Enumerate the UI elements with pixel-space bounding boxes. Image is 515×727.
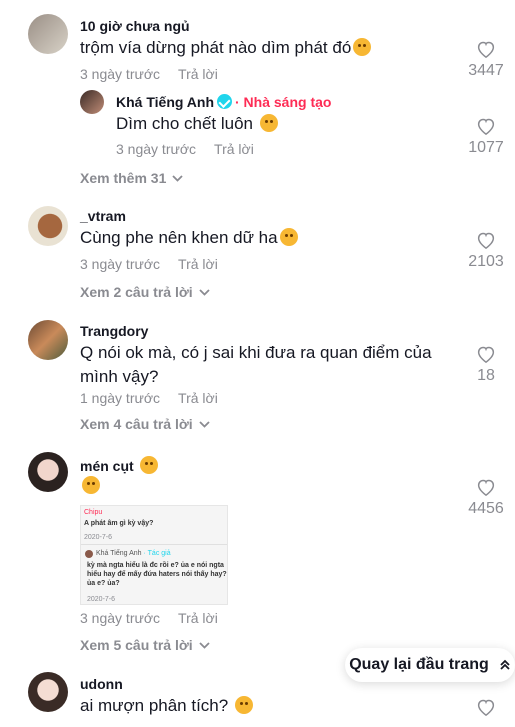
comment-text: Cùng phe nên khen dữ ha <box>80 226 298 250</box>
smiling-face-with-hearts-icon <box>353 38 372 56</box>
screenshot-top-text: A phát âm gì kỳ vậy? <box>84 520 154 527</box>
chevron-down-icon <box>199 420 210 428</box>
like-button[interactable]: 2103 <box>463 231 509 271</box>
screenshot-reply-text: kỳ mà ngta hiểu là đc rồi e? ủa e nói ng… <box>87 562 227 587</box>
screenshot-top-user: Chipu <box>84 509 103 516</box>
view-more-replies[interactable]: Xem 2 câu trả lời <box>80 284 210 300</box>
comment-username[interactable]: _vtram <box>80 208 126 224</box>
view-more-label: Xem 2 câu trả lời <box>80 284 193 300</box>
screenshot-reply-user: Khá Tiếng Anh · Tác giả <box>96 550 171 557</box>
comment-meta: 3 ngày trước Trả lời <box>80 256 218 272</box>
comment-time: 3 ngày trước <box>80 256 161 272</box>
comment-time: 1 ngày trước <box>80 390 161 406</box>
like-count: 2103 <box>468 253 504 270</box>
reply-button[interactable]: Trả lời <box>214 141 254 157</box>
like-count: 4456 <box>468 500 504 517</box>
heart-icon <box>477 346 495 363</box>
avatar[interactable] <box>28 672 68 712</box>
comment-text: Q nói ok mà, có j sai khi đưa ra quan đi… <box>80 343 432 386</box>
view-more-replies[interactable]: Xem 5 câu trả lời <box>80 637 210 653</box>
screenshot-top-time: 2020-7-6 <box>84 534 113 541</box>
reply-button[interactable]: Trả lời <box>178 66 218 82</box>
avatar[interactable] <box>28 320 68 360</box>
avatar[interactable] <box>28 206 68 246</box>
comment-username[interactable]: mén cụt <box>80 456 158 474</box>
view-more-replies[interactable]: Xem thêm 31 <box>80 170 184 186</box>
avatar[interactable] <box>28 452 68 492</box>
comment-username[interactable]: udonn <box>80 676 123 692</box>
chevron-down-icon <box>172 174 184 182</box>
like-button[interactable] <box>463 698 509 716</box>
reply-username[interactable]: Khá Tiếng Anh · Nhà sáng tạo <box>116 94 331 110</box>
double-chevron-up-icon <box>500 659 510 670</box>
comment-time: 3 ngày trước <box>80 610 161 626</box>
reply-button[interactable]: Trả lời <box>178 610 218 626</box>
heart-icon <box>477 118 495 135</box>
avatar[interactable] <box>28 14 68 54</box>
comment-meta: 3 ngày trước Trả lời <box>80 66 218 82</box>
reply-text: Dìm cho chết luôn <box>116 112 278 136</box>
divider <box>81 544 227 545</box>
screenshot-reply-time: 2020-7-6 <box>87 596 116 603</box>
smiling-face-icon <box>82 476 100 494</box>
like-count: 3447 <box>468 62 504 79</box>
reply-time: 3 ngày trước <box>116 141 197 157</box>
like-button[interactable]: 4456 <box>463 478 509 518</box>
heart-icon <box>477 479 495 496</box>
chevron-down-icon <box>199 641 210 649</box>
comment-username[interactable]: 10 giờ chưa ngủ <box>80 18 190 34</box>
comment-image[interactable]: Chipu A phát âm gì kỳ vậy? 2020-7-6 Khá … <box>80 505 228 605</box>
comment-text <box>80 474 100 498</box>
back-to-top-label: Quay lại đầu trang <box>349 656 489 673</box>
avatar <box>85 550 93 558</box>
like-button[interactable]: 1077 <box>463 117 509 157</box>
view-more-label: Xem thêm 31 <box>80 170 167 186</box>
reply-meta: 3 ngày trước Trả lời <box>116 141 254 157</box>
smiling-face-icon <box>234 696 253 714</box>
avatar[interactable] <box>80 90 104 114</box>
view-more-label: Xem 4 câu trả lời <box>80 416 193 432</box>
reply-button[interactable]: Trả lời <box>178 256 218 272</box>
tongue-emoji-icon <box>279 228 298 246</box>
like-count: 1077 <box>468 139 504 156</box>
back-to-top-button[interactable]: Quay lại đầu trang <box>345 648 515 682</box>
smiling-face-with-hearts-icon <box>259 114 278 132</box>
comment-meta: 1 ngày trước Trả lời <box>80 390 218 406</box>
cat-face-icon <box>139 456 158 474</box>
heart-icon <box>477 699 495 716</box>
verified-icon <box>217 94 232 109</box>
view-more-label: Xem 5 câu trả lời <box>80 637 193 653</box>
comment-text: trộm vía dừng phát nào dìm phát đó <box>80 36 372 60</box>
like-button[interactable]: 3447 <box>463 40 509 80</box>
comment-text: ai mượn phân tích? <box>80 694 253 718</box>
heart-icon <box>477 41 495 58</box>
comment-time: 3 ngày trước <box>80 66 161 82</box>
heart-icon <box>477 232 495 249</box>
comment-meta: 3 ngày trước Trả lời <box>80 610 218 626</box>
view-more-replies[interactable]: Xem 4 câu trả lời <box>80 416 210 432</box>
creator-badge: · Nhà sáng tạo <box>235 94 332 110</box>
like-button[interactable]: 18 <box>463 345 509 385</box>
comment-username[interactable]: Trangdory <box>80 323 148 339</box>
like-count: 18 <box>477 367 495 384</box>
chevron-down-icon <box>199 288 210 296</box>
reply-button[interactable]: Trả lời <box>178 390 218 406</box>
